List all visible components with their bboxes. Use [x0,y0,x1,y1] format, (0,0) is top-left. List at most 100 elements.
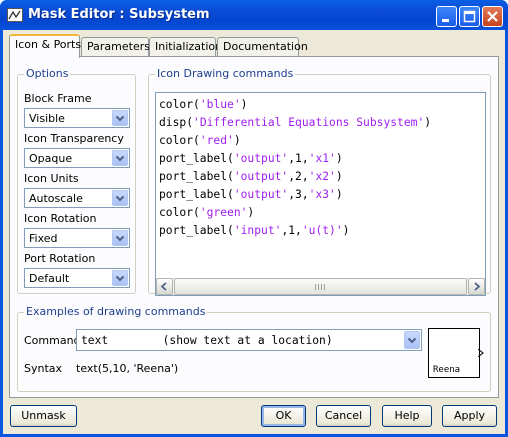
icon-transparency-label: Icon Transparency [24,132,124,145]
code-string: 'x2' [308,170,336,183]
code-string: 'input' [233,224,282,237]
code-text: ) [335,152,343,165]
code-line: port_label('output',3,'x3') [159,186,343,204]
minimize-button[interactable] [436,6,457,27]
icon-ports-page: Options Block Frame Visible Icon Transpa… [9,56,499,398]
command-label: Command [24,334,81,347]
close-button[interactable] [482,6,503,27]
code-line: disp('Differential Equations Subsystem') [159,114,431,132]
horizontal-scrollbar[interactable] [156,278,485,295]
code-text: ) [247,206,255,219]
code-string: 'u(t)' [301,224,343,237]
code-text: ) [342,224,350,237]
code-text: ) [424,116,432,129]
scroll-right-button[interactable] [468,278,485,295]
scroll-left-button[interactable] [156,278,173,295]
icon-preview: Reena [428,328,484,378]
chevron-down-icon[interactable] [404,331,420,349]
command-value: text (show text at a location) [81,334,333,347]
options-group-label: Options [24,67,71,80]
code-text: ,1, [288,152,309,165]
drawing-commands-label: Icon Drawing commands [155,67,296,80]
command-select[interactable]: text (show text at a location) [76,329,422,351]
drawing-commands-group: Icon Drawing commands color('blue') disp(… [148,67,491,296]
port-rotation-value: Default [29,272,70,285]
tab-initialization[interactable]: Initialization [149,37,222,57]
icon-units-value: Autoscale [29,192,83,205]
tab-icon-ports[interactable]: Icon & Ports [9,34,81,58]
icon-rotation-value: Fixed [29,232,58,245]
port-rotation-label: Port Rotation [24,252,96,265]
cancel-button[interactable]: Cancel [316,405,371,427]
code-string: 'green' [199,206,248,219]
mask-editor-window: Mask Editor : Subsystem Icon & Ports Par… [0,0,508,437]
scrollbar-thumb[interactable] [174,278,467,295]
code-string: 'red' [199,134,234,147]
block-frame-select[interactable]: Visible [24,108,130,128]
title-bar[interactable]: Mask Editor : Subsystem [0,0,508,30]
drawing-commands-editor[interactable]: color('blue') disp('Differential Equation… [155,92,486,296]
code-text: color( [159,206,200,219]
code-text: ) [335,170,343,183]
examples-group-label: Examples of drawing commands [24,305,208,318]
tab-parameters[interactable]: Parameters [81,37,150,57]
code-string: 'output' [233,170,289,183]
code-text: ,1, [281,224,302,237]
unmask-button[interactable]: Unmask [10,405,77,427]
icon-rotation-select[interactable]: Fixed [24,228,130,248]
arrow-left-icon [160,282,167,291]
code-text: color( [159,98,200,111]
code-string: 'output' [233,188,289,201]
code-text: ) [233,134,241,147]
code-line: color('blue') [159,96,247,114]
chevron-down-icon[interactable] [112,150,128,166]
code-line: color('green') [159,204,254,222]
code-text: port_label( [159,152,234,165]
syntax-value: text(5,10, 'Reena') [76,362,179,375]
chevron-down-icon[interactable] [112,230,128,246]
code-string: 'blue' [199,98,241,111]
code-string: 'x3' [308,188,336,201]
examples-group: Examples of drawing commands Command tex… [17,305,491,392]
syntax-label: Syntax [24,362,63,375]
code-text: port_label( [159,188,234,201]
code-line: color('red') [159,132,241,150]
code-text: port_label( [159,170,234,183]
code-text: color( [159,134,200,147]
arrow-right-icon [474,282,481,291]
block-frame-value: Visible [29,112,65,125]
code-string: 'Differential Equations Subsystem' [193,116,425,129]
chevron-down-icon[interactable] [112,190,128,206]
code-line: port_label('input',1,'u(t)') [159,222,349,240]
minimize-icon [442,19,449,22]
code-text: ) [335,188,343,201]
apply-button[interactable]: Apply [442,405,497,427]
matlab-app-icon [7,8,23,22]
grip-icon [315,284,325,290]
icon-units-label: Icon Units [24,172,79,185]
code-line: port_label('output',1,'x1') [159,150,343,168]
tab-documentation[interactable]: Documentation [217,37,308,57]
icon-units-select[interactable]: Autoscale [24,188,130,208]
maximize-button[interactable] [459,6,480,27]
code-text: disp( [159,116,194,129]
port-arrow-icon [478,349,484,357]
code-string: 'x1' [308,152,336,165]
code-text: ) [240,98,248,111]
preview-text: Reena [433,365,461,375]
port-rotation-select[interactable]: Default [24,268,130,288]
chevron-down-icon[interactable] [112,110,128,126]
chevron-down-icon[interactable] [112,270,128,286]
help-button[interactable]: Help [382,405,432,427]
maximize-icon [463,10,476,23]
code-line: port_label('output',2,'x2') [159,168,343,186]
dialog-client: Icon & Ports Parameters Initialization D… [3,30,505,434]
icon-transparency-select[interactable]: Opaque [24,148,130,168]
window-title: Mask Editor : Subsystem [28,7,210,22]
code-string: 'output' [233,152,289,165]
block-frame-label: Block Frame [24,92,92,105]
ok-button[interactable]: OK [261,405,306,427]
code-text: ,2, [288,170,309,183]
close-icon [487,11,498,22]
icon-rotation-label: Icon Rotation [24,212,97,225]
